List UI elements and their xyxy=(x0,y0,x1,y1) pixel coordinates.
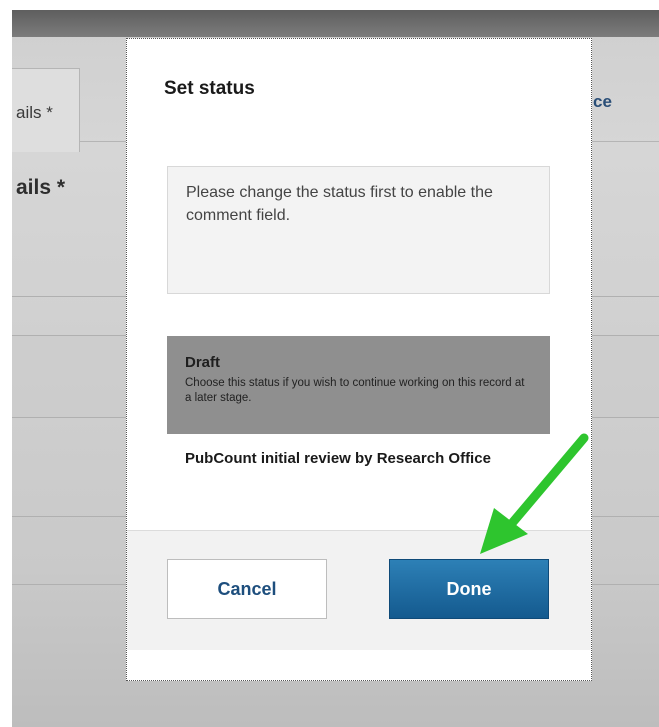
top-bar xyxy=(12,10,659,37)
tab-details-label: ails * xyxy=(16,103,53,122)
status-description: Choose this status if you wish to contin… xyxy=(185,377,525,404)
done-button[interactable]: Done xyxy=(389,559,549,619)
status-option-draft[interactable]: Draft Choose this status if you wish to … xyxy=(167,336,550,434)
comment-field: Please change the status first to enable… xyxy=(167,166,550,294)
set-status-dialog: Set status Please change the status firs… xyxy=(126,38,592,681)
tab-details[interactable]: ails * xyxy=(12,68,80,152)
section-heading: ails * xyxy=(16,176,66,199)
dialog-title: Set status xyxy=(164,78,255,99)
status-name: Draft xyxy=(185,354,221,371)
cancel-button[interactable]: Cancel xyxy=(167,559,327,619)
green-arrow-icon xyxy=(480,433,589,554)
